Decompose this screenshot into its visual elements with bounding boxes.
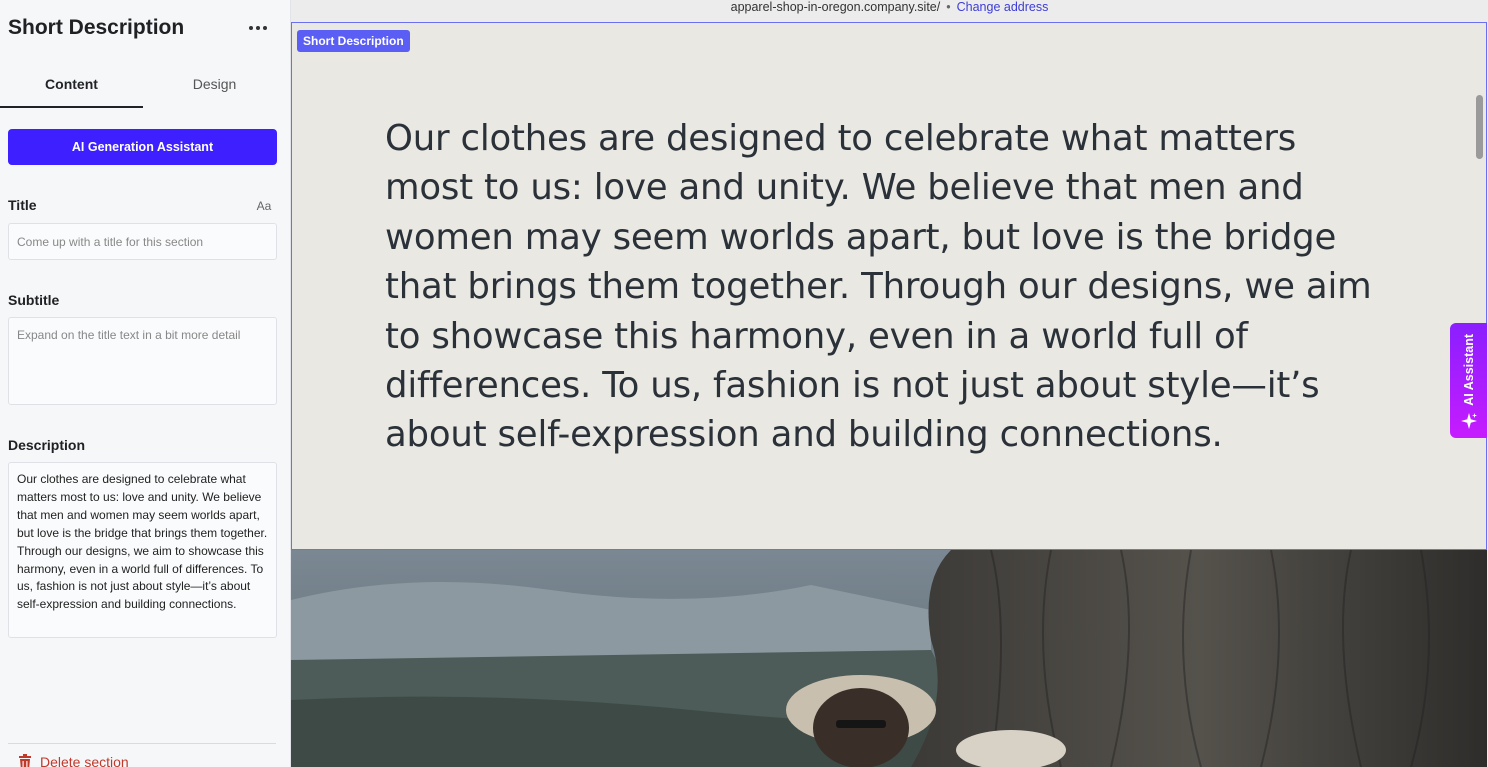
site-address: apparel-shop-in-oregon.company.site/ [730, 0, 941, 14]
sidebar-header: Short Description [8, 14, 270, 42]
sidebar-title: Short Description [8, 16, 185, 39]
more-horizontal-icon[interactable] [246, 18, 270, 38]
change-address-link[interactable]: Change address [957, 0, 1049, 14]
subtitle-input[interactable] [8, 317, 277, 405]
trash-icon [19, 754, 31, 767]
subtitle-label: Subtitle [8, 292, 60, 308]
divider [8, 743, 276, 744]
separator: • [946, 0, 951, 14]
address-bar: apparel-shop-in-oregon.company.site/ • Cha… [291, 0, 1488, 22]
section-tag: Short Description [297, 30, 410, 52]
description-label: Description [8, 437, 86, 453]
tab-design[interactable]: Design [143, 62, 286, 108]
description-input[interactable]: Our clothes are designed to celebrate wh… [8, 462, 277, 638]
ai-assistant-button[interactable]: AI Assistant [1450, 323, 1487, 438]
editor-sidebar: Short Description Content Design AI Gene… [0, 0, 291, 767]
short-description-section[interactable]: Short Description Our clothes are design… [291, 22, 1487, 550]
title-label: Title [8, 197, 37, 213]
sparkle-icon [1460, 413, 1477, 429]
delete-section-label: Delete section [40, 754, 129, 767]
text-format-button[interactable]: Aa [252, 196, 276, 216]
ai-generation-assistant-button[interactable]: AI Generation Assistant [8, 129, 277, 165]
scrollbar-thumb[interactable] [1476, 95, 1483, 159]
title-input[interactable] [8, 223, 277, 260]
sidebar-tabs: Content Design [0, 62, 290, 108]
site-preview: apparel-shop-in-oregon.company.site/ • Cha… [291, 0, 1488, 767]
ai-assistant-label: AI Assistant [1461, 334, 1476, 406]
section-description-text[interactable]: Our clothes are designed to celebrate wh… [385, 114, 1395, 460]
tab-content[interactable]: Content [0, 62, 143, 108]
delete-section-button[interactable]: Delete section [18, 754, 129, 767]
hero-photo [291, 550, 1487, 767]
